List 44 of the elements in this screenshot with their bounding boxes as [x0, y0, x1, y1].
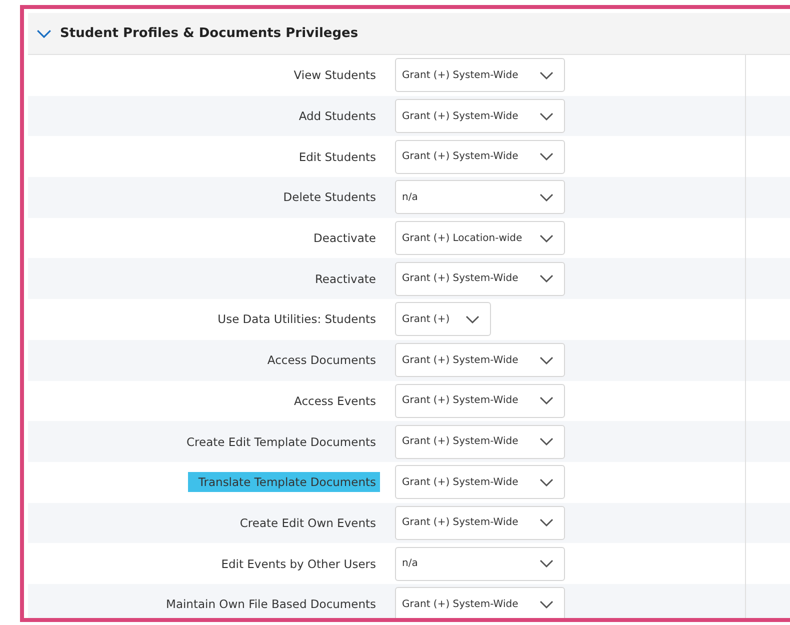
privilege-label: Deactivate [312, 230, 377, 248]
privilege-select[interactable]: Grant (+) System-Wide [395, 99, 565, 134]
privilege-select[interactable]: Grant (+) System-Wide [395, 343, 565, 378]
chevron-down-icon [539, 152, 554, 162]
privilege-label: Maintain Own File Based Documents [165, 596, 377, 614]
chevron-down-icon [539, 600, 554, 609]
privilege-label: View Students [292, 67, 377, 84]
privilege-label: Edit Events by Other Users [220, 556, 377, 573]
chevron-down-icon [465, 314, 480, 324]
chevron-down-icon [539, 192, 554, 202]
chevron-down-icon [539, 234, 554, 243]
privilege-select[interactable]: Grant (+) System-Wide [395, 424, 565, 459]
chevron-down-icon [539, 518, 554, 528]
privilege-label: Access Documents [266, 352, 377, 370]
privilege-label: Edit Students [298, 148, 377, 166]
privilege-select[interactable]: Grant (+) System-Wide [395, 262, 565, 296]
section-header[interactable]: Student Profiles & Documents Privileges [28, 13, 790, 55]
privilege-select[interactable]: Grant (+) System-Wide [395, 506, 565, 540]
chevron-down-icon [539, 356, 554, 365]
chevron-down-icon [36, 28, 52, 38]
privilege-select[interactable]: Grant (+) System-Wide [395, 58, 565, 92]
privilege-select[interactable]: Grant (+) System-Wide [395, 384, 565, 418]
privilege-select[interactable]: Grant (+) System-Wide [395, 140, 565, 174]
chevron-down-icon [539, 396, 554, 406]
chevron-down-icon [539, 70, 554, 80]
chevron-down-icon [539, 112, 554, 121]
privilege-label: Reactivate [314, 270, 377, 288]
privilege-label: Delete Students [282, 189, 377, 206]
privilege-select[interactable]: Grant (+) System-Wide [395, 465, 565, 500]
privilege-select[interactable]: n/a [395, 180, 565, 214]
privilege-label: Use Data Utilities: Students [216, 311, 377, 328]
privilege-label: Translate Template Documents [188, 472, 380, 492]
privilege-select[interactable]: n/a [395, 546, 565, 581]
privilege-label: Create Edit Template Documents [186, 434, 377, 451]
chevron-down-icon [539, 478, 554, 487]
privilege-select[interactable]: Grant (+) Location-wide [395, 221, 565, 256]
privilege-label: Add Students [298, 108, 377, 126]
privilege-label: Access Events [293, 392, 377, 410]
privilege-select[interactable]: Grant (+) [395, 302, 491, 336]
privilege-label: Create Edit Own Events [238, 514, 377, 532]
chevron-down-icon [539, 559, 554, 568]
privilege-select[interactable]: Grant (+) System-Wide [395, 587, 565, 618]
chevron-down-icon [539, 437, 554, 446]
chevron-down-icon [539, 274, 554, 284]
